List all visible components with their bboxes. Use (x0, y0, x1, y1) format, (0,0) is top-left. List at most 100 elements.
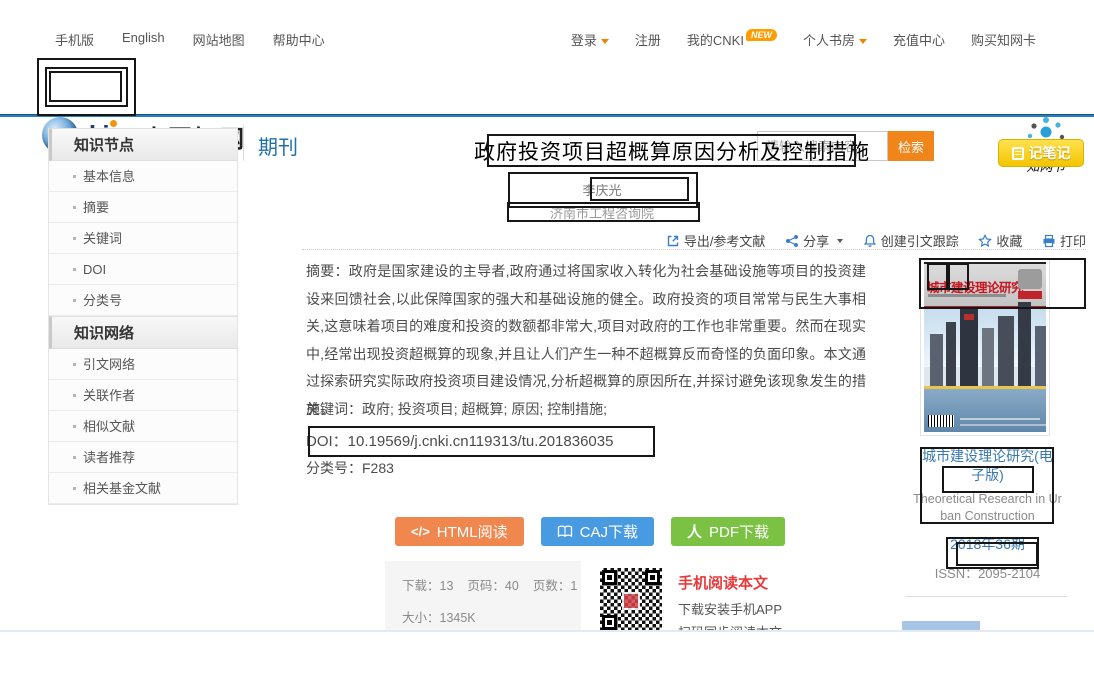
pdf-reader-icon: 人 (687, 521, 702, 542)
chevron-down-icon (601, 39, 609, 44)
sidebar-item-doi[interactable]: DOI (49, 254, 237, 285)
qr-finder-icon (645, 570, 660, 585)
cover-building (930, 334, 943, 386)
sidebar-item-basic-info[interactable]: 基本信息 (49, 161, 237, 192)
html-read-label: HTML阅读 (437, 521, 508, 542)
new-badge: NEW (746, 29, 777, 41)
mobile-read-line1: 下载安装手机APP (678, 599, 782, 618)
nav-recharge[interactable]: 充值中心 (893, 30, 945, 49)
journal-cover-art: 城市建设理论研究 (924, 262, 1046, 432)
chevron-down-icon (837, 239, 843, 243)
journal-issue-link[interactable]: 2018年36期 (905, 534, 1070, 554)
nav-my-cnki[interactable]: 我的CNKINEW (687, 30, 777, 49)
cover-caption-line (960, 418, 1040, 420)
export-icon (666, 234, 680, 248)
journal-column-divider (905, 596, 1067, 597)
sidebar-item-similar-literature[interactable]: 相似文献 (49, 411, 237, 442)
favorite-link[interactable]: 收藏 (978, 231, 1022, 250)
pdf-download-label: PDF下载 (709, 521, 769, 542)
print-label: 打印 (1060, 231, 1086, 250)
nav-english[interactable]: English (122, 30, 165, 49)
stat-page: 页码：40 (467, 575, 518, 594)
pdf-download-button[interactable]: 人 PDF下载 (671, 517, 785, 546)
cover-issue-mark (1018, 291, 1042, 299)
export-label: 导出/参考文献 (684, 231, 766, 250)
star-icon (978, 234, 992, 248)
take-note-button[interactable]: 记笔记 (998, 139, 1084, 167)
cnki-article-page: 手机版 English 网站地图 帮助中心 登录 注册 我的CNKINEW 个人… (0, 0, 1094, 682)
cover-building (1018, 302, 1031, 386)
article-action-bar: 导出/参考文献 分享 创建引文跟踪 收藏 打印 (302, 231, 1086, 251)
sidebar-item-citation-network[interactable]: 引文网络 (49, 349, 237, 380)
sidebar-item-abstract[interactable]: 摘要 (49, 192, 237, 223)
top-utility-nav: 手机版 English 网站地图 帮助中心 登录 注册 我的CNKINEW 个人… (0, 30, 1094, 52)
author-link[interactable]: 李庆光 (302, 180, 902, 199)
affiliation-link[interactable]: 济南市工程咨询院 (302, 203, 902, 222)
sidebar: 知识节点 基本信息 摘要 关键词 DOI 分类号 知识网络 引文网络 关联作者 … (48, 128, 238, 505)
citation-alert-link[interactable]: 创建引文跟踪 (863, 231, 959, 250)
keywords-line[interactable]: 关键词：政府; 投资项目; 超概算; 原因; 控制措施; (306, 399, 607, 419)
my-cnki-label: 我的CNKI (687, 33, 744, 48)
nav-sitemap[interactable]: 网站地图 (193, 30, 245, 49)
article-stats-box: 下载：13 页码：40 页数：1 大小：1345K (385, 561, 581, 632)
citation-alert-label: 创建引文跟踪 (881, 231, 959, 250)
article-title: 政府投资项目超概算原因分析及控制措施 (302, 136, 1042, 166)
sidebar-group-knowledge-node: 知识节点 (49, 128, 237, 161)
sidebar-item-keywords[interactable]: 关键词 (49, 223, 237, 254)
stat-downloads: 下载：13 (402, 575, 453, 594)
nav-register[interactable]: 注册 (635, 30, 661, 49)
sidebar-item-reader-recommend[interactable]: 读者推荐 (49, 442, 237, 473)
book-icon (557, 525, 573, 538)
journal-info-column: 城市建设理论研究(电子版) Theoretical Research in Ur… (905, 447, 1070, 582)
site-header: nki 中国知网 cnki.net 期刊 检索 知网节 (0, 55, 1094, 115)
download-button-row: </> HTML阅读 CAJ下载 人 PDF下载 (395, 517, 785, 546)
nav-buy-card[interactable]: 购买知网卡 (971, 30, 1036, 49)
chevron-down-icon (859, 39, 867, 44)
doi-line: DOI：10.19569/j.cnki.cn119313/tu.20183603… (306, 430, 613, 451)
header-divider (243, 125, 244, 161)
html-read-button[interactable]: </> HTML阅读 (395, 517, 524, 546)
sidebar-item-clc[interactable]: 分类号 (49, 285, 237, 316)
cover-building-sign (964, 314, 974, 320)
cover-caption-line (960, 424, 1046, 426)
export-reference-link[interactable]: 导出/参考文献 (666, 231, 766, 250)
qr-code (600, 568, 662, 632)
clipped-link-artifact (902, 621, 980, 630)
code-icon: </> (411, 524, 430, 539)
bell-icon (863, 234, 877, 248)
take-note-label: 记笔记 (1029, 143, 1071, 163)
clc-number-line: 分类号：F283 (306, 458, 394, 478)
sidebar-item-related-funds[interactable]: 相关基金文献 (49, 473, 237, 504)
caj-download-label: CAJ下载 (580, 521, 638, 542)
cover-building (982, 328, 994, 386)
study-room-label: 个人书房 (803, 33, 855, 48)
stat-size: 大小：1345K (402, 611, 476, 625)
cover-building (1035, 326, 1046, 386)
sidebar-item-related-authors[interactable]: 关联作者 (49, 380, 237, 411)
notebook-icon (1012, 147, 1024, 160)
section-journal-label: 期刊 (258, 131, 298, 160)
journal-name-link[interactable]: 城市建设理论研究(电子版) (905, 447, 1070, 485)
stat-pages: 页数：1 (533, 575, 577, 594)
cover-logo-icon (1018, 269, 1042, 289)
cover-building (946, 322, 956, 386)
share-icon (785, 234, 799, 248)
printer-icon (1042, 234, 1056, 248)
qr-center-stamp (622, 592, 640, 610)
nav-help-center[interactable]: 帮助中心 (273, 30, 325, 49)
cover-building (998, 316, 1014, 386)
nav-study-room[interactable]: 个人书房 (803, 30, 867, 49)
share-label: 分享 (803, 231, 829, 250)
sidebar-group-knowledge-network: 知识网络 (49, 316, 237, 349)
print-link[interactable]: 打印 (1042, 231, 1086, 250)
login-label: 登录 (571, 33, 597, 48)
share-link[interactable]: 分享 (785, 231, 843, 250)
header-accent-line (0, 114, 1094, 117)
caj-download-button[interactable]: CAJ下载 (541, 517, 654, 546)
nav-mobile-version[interactable]: 手机版 (55, 30, 94, 49)
dotted-divider (302, 249, 1086, 250)
qr-finder-icon (602, 570, 617, 585)
journal-cover[interactable]: 城市建设理论研究 (920, 258, 1050, 436)
nav-login[interactable]: 登录 (571, 30, 609, 49)
journal-name-english: Theoretical Research in Urban Constructi… (905, 491, 1070, 525)
